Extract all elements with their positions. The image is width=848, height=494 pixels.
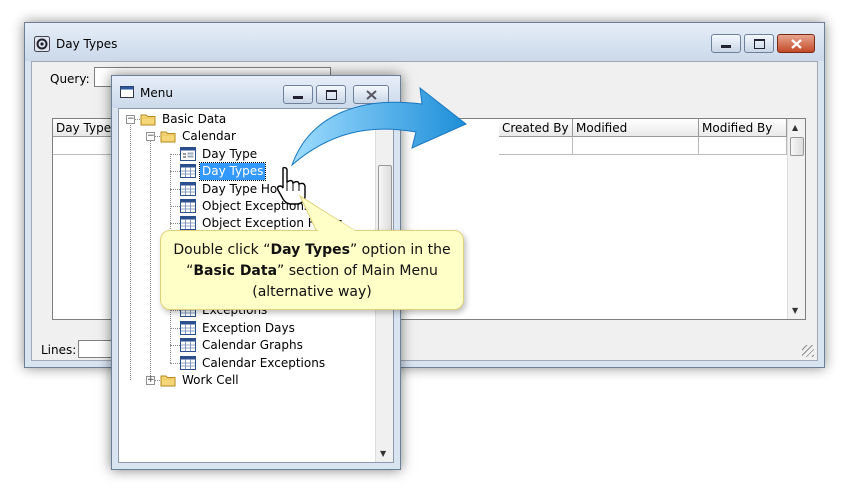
callout-text: ” section of Main Menu (alternative way) (252, 263, 438, 300)
callout-highlight-basic-data: Basic Data (193, 263, 278, 279)
instruction-callout: Double click “Day Types” option in the “… (160, 230, 464, 310)
callout-text: Double click “ (173, 242, 271, 258)
callout-highlight-day-types: Day Types (270, 242, 350, 258)
